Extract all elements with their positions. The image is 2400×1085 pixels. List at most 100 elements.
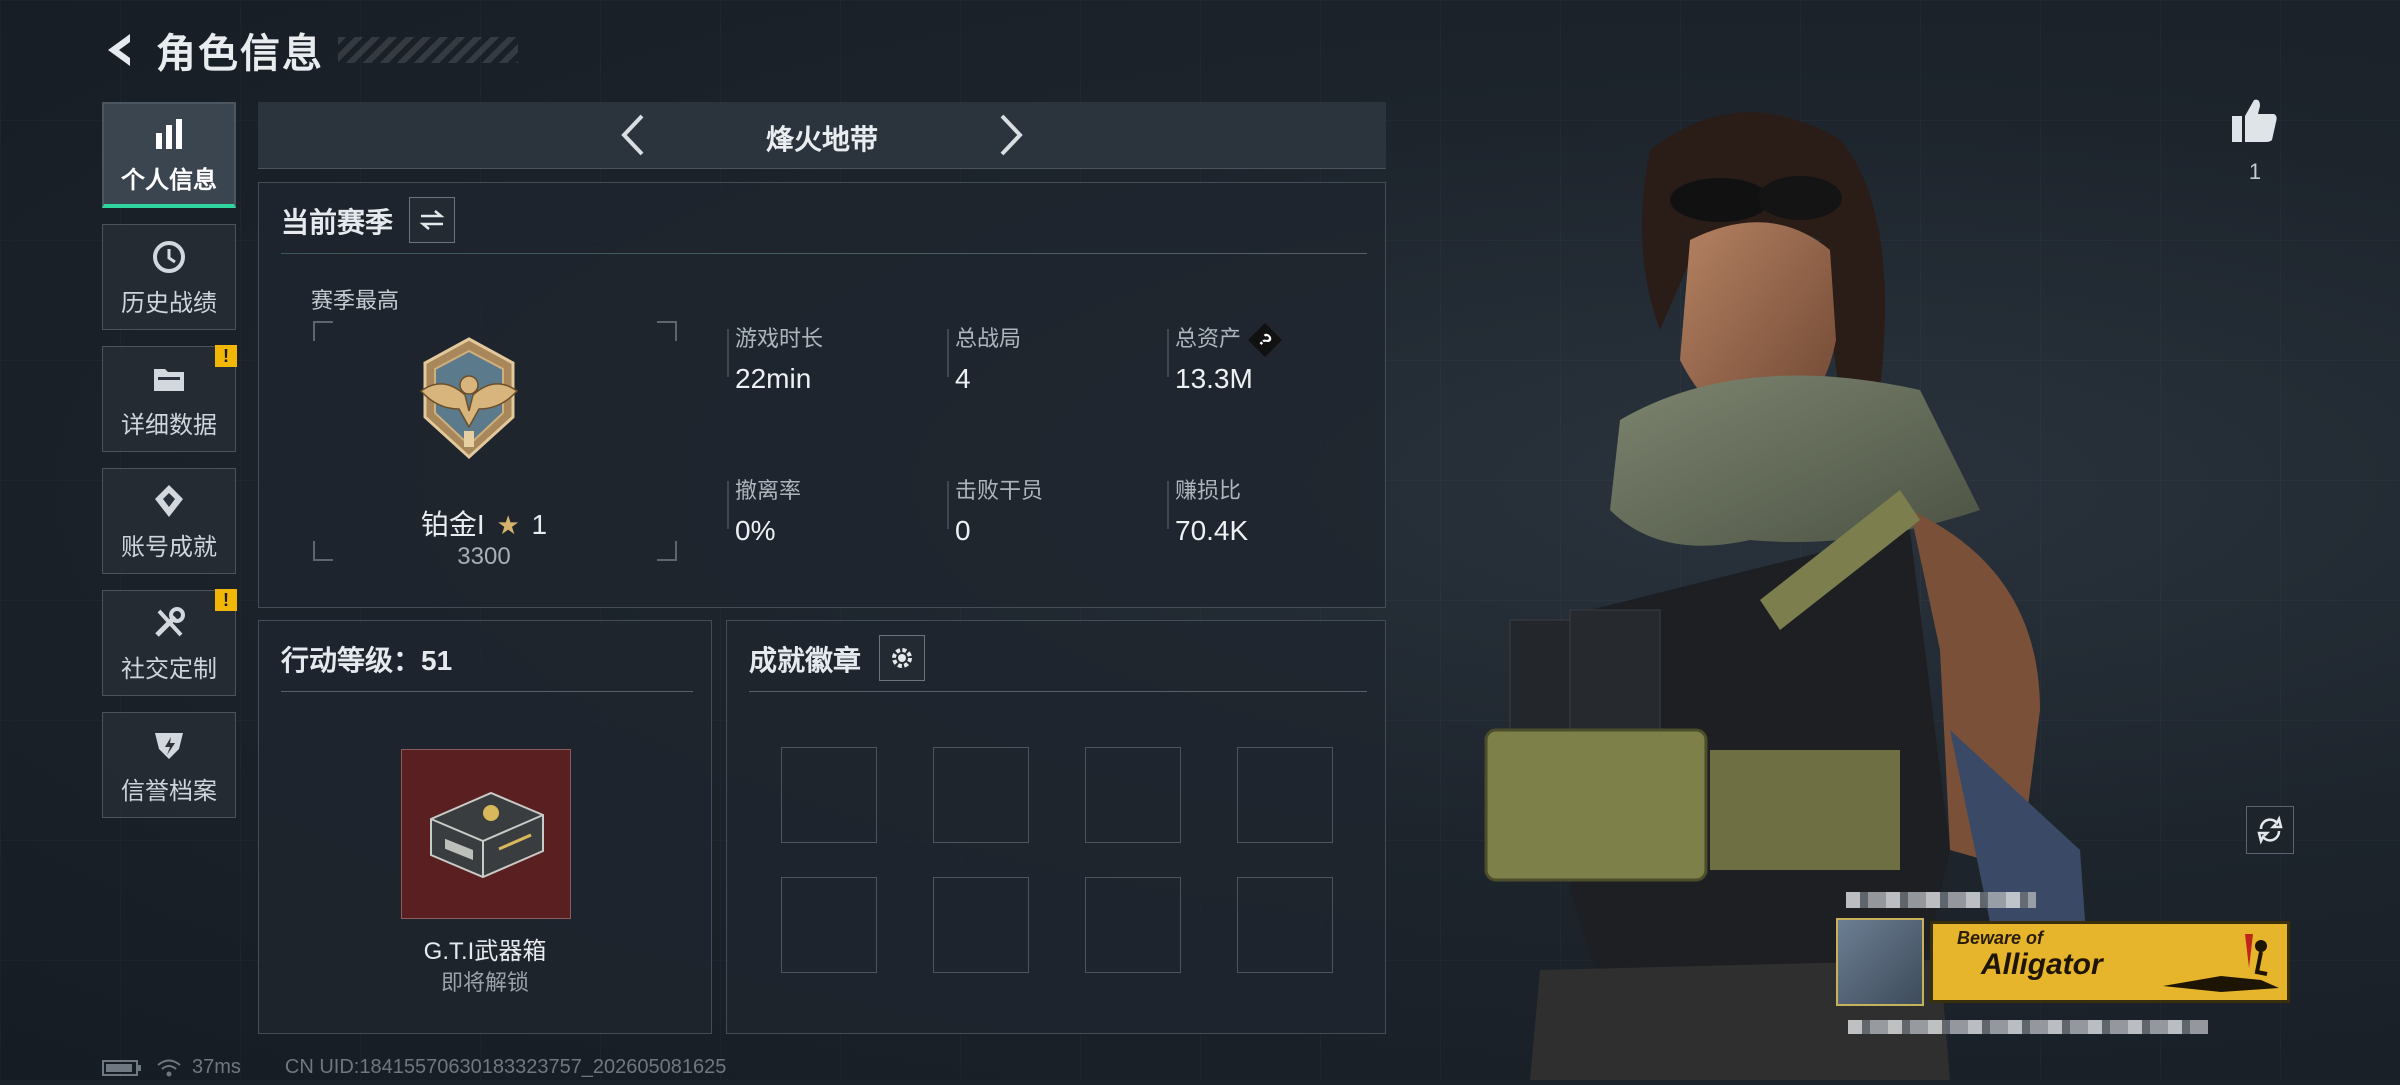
thumbs-up-icon xyxy=(2232,99,2277,142)
badge-slot[interactable] xyxy=(1085,877,1181,973)
stat-label: 赚损比 xyxy=(1175,478,1242,503)
sidebar-item-achievements[interactable]: 账号成就 xyxy=(102,468,236,574)
player-name-card[interactable]: Beware of Alligator xyxy=(1836,918,2294,1006)
name-card-banner: Beware of Alligator xyxy=(1930,921,2290,1003)
badge-slot[interactable] xyxy=(1237,877,1333,973)
sidebar-item-label: 历史战绩 xyxy=(121,289,217,317)
status-bar: 37ms CN UID:18415570630183323757_2026050… xyxy=(102,1056,726,1079)
stat-label-text: 总资产 xyxy=(1175,326,1242,351)
divider xyxy=(1167,329,1169,377)
stat-label: 游戏时长 xyxy=(735,326,824,351)
banner-small-text: Beware of xyxy=(1957,928,2044,948)
sidebar-item-label: 详细数据 xyxy=(121,411,217,439)
bar-chart-icon xyxy=(149,114,189,154)
badge-slot[interactable] xyxy=(781,877,877,973)
uid-text: CN UID:18415570630183323757_202605081625 xyxy=(284,1056,727,1078)
back-button[interactable] xyxy=(100,30,140,70)
stat-extraction-rate: 撤离率 0% xyxy=(727,473,802,547)
badge-slot[interactable] xyxy=(781,747,877,843)
divider xyxy=(281,691,693,692)
page-header: 角色信息 xyxy=(100,22,518,78)
sidebar: 个人信息 历史战绩 ! 详细数据 账号成就 ! 社交定制 信誉档案 xyxy=(102,102,238,834)
season-switch-button[interactable] xyxy=(409,197,455,243)
sidebar-item-label: 社交定制 xyxy=(121,655,217,683)
weapon-case-icon xyxy=(430,791,544,879)
reward-name: G.T.I武器箱 xyxy=(423,938,547,965)
next-map-button[interactable] xyxy=(986,110,1036,160)
battery-icon xyxy=(102,1059,141,1076)
rank-display: 铂金I ★ 1 xyxy=(311,503,657,543)
shield-icon xyxy=(149,725,189,765)
ping-value: 37ms xyxy=(192,1056,241,1078)
frame-corner xyxy=(657,321,677,341)
stat-play-time: 游戏时长 22min xyxy=(727,321,824,395)
sidebar-item-history[interactable]: 历史战绩 xyxy=(102,224,236,330)
title-decoration xyxy=(338,37,518,63)
page-title: 角色信息 xyxy=(156,32,324,76)
rank-emblem-icon xyxy=(409,335,529,465)
like-widget: 1 xyxy=(2228,96,2282,185)
sidebar-item-personal-info[interactable]: 个人信息 xyxy=(102,102,236,208)
divider xyxy=(1167,481,1169,529)
stat-label: 总资产 ? xyxy=(1175,321,1283,357)
rotate-view-button[interactable] xyxy=(2246,806,2294,854)
star-icon: ★ xyxy=(496,510,520,540)
badge-slot[interactable] xyxy=(933,747,1029,843)
action-level-panel: 行动等级：51 G.T.I武器箱 即将解锁 xyxy=(258,620,712,1034)
sidebar-item-label: 账号成就 xyxy=(121,533,217,561)
stat-value: 0% xyxy=(735,515,776,546)
season-title: 当前赛季 xyxy=(281,207,394,238)
sidebar-item-detail-data[interactable]: ! 详细数据 xyxy=(102,345,237,452)
avatar xyxy=(1836,918,1924,1006)
tools-icon xyxy=(149,603,189,643)
map-name: 烽火地带 xyxy=(765,124,878,155)
frame-corner xyxy=(313,321,333,341)
folder-icon xyxy=(149,359,189,399)
stat-label: 总战局 xyxy=(955,326,1022,351)
divider xyxy=(727,329,729,377)
stat-label: 撤离率 xyxy=(735,478,802,503)
back-arrow-icon xyxy=(108,34,130,66)
swap-icon xyxy=(419,210,445,230)
stat-value: 0 xyxy=(955,515,971,546)
stat-value: 4 xyxy=(955,363,971,394)
map-selector: 烽火地带 xyxy=(258,102,1386,169)
stat-value: 13.3M xyxy=(1175,363,1253,394)
sidebar-item-reputation[interactable]: 信誉档案 xyxy=(102,712,236,818)
rank-score: 3300 xyxy=(457,543,511,570)
warning-badge: ! xyxy=(215,345,237,367)
divider xyxy=(947,329,949,377)
stat-total-matches: 总战局 4 xyxy=(947,321,1022,395)
stat-label: 击败干员 xyxy=(955,478,1044,503)
stat-profit-loss-ratio: 赚损比 70.4K xyxy=(1167,473,1249,547)
divider xyxy=(727,481,729,529)
stat-total-assets: 总资产 ? 13.3M xyxy=(1167,321,1283,395)
rank-stars: 1 xyxy=(531,509,548,540)
like-button[interactable] xyxy=(2228,96,2282,149)
warning-badge: ! xyxy=(215,589,237,611)
banner-big-text: Alligator xyxy=(1981,948,2103,981)
season-best-label: 赛季最高 xyxy=(311,288,400,313)
achievement-badge-panel: 成就徽章 xyxy=(726,620,1386,1034)
badge-slot[interactable] xyxy=(1237,747,1333,843)
badge-title: 成就徽章 xyxy=(749,645,862,676)
action-level-title: 行动等级：51 xyxy=(281,645,453,676)
stat-operators-defeated: 击败干员 0 xyxy=(947,473,1044,547)
history-icon xyxy=(149,237,189,277)
badge-slot[interactable] xyxy=(1085,747,1181,843)
sidebar-item-label: 个人信息 xyxy=(121,166,217,194)
divider xyxy=(281,253,1367,254)
wifi-icon xyxy=(157,1059,181,1076)
achievement-icon xyxy=(149,481,189,521)
season-panel: 当前赛季 赛季最高 铂金I ★ 1 3300 游戏时长 22min 总战局 4 xyxy=(258,182,1386,608)
help-icon[interactable]: ? xyxy=(1248,323,1283,357)
player-name-censored xyxy=(1846,892,2036,908)
sidebar-item-social-custom[interactable]: ! 社交定制 xyxy=(102,589,237,696)
stat-value: 70.4K xyxy=(1175,515,1249,546)
frame-corner xyxy=(657,541,677,561)
badge-settings-button[interactable] xyxy=(879,635,925,681)
badge-slot[interactable] xyxy=(933,877,1029,973)
gear-icon xyxy=(892,648,912,668)
sidebar-item-label: 信誉档案 xyxy=(121,777,217,805)
reward-item-slot[interactable] xyxy=(401,749,571,919)
